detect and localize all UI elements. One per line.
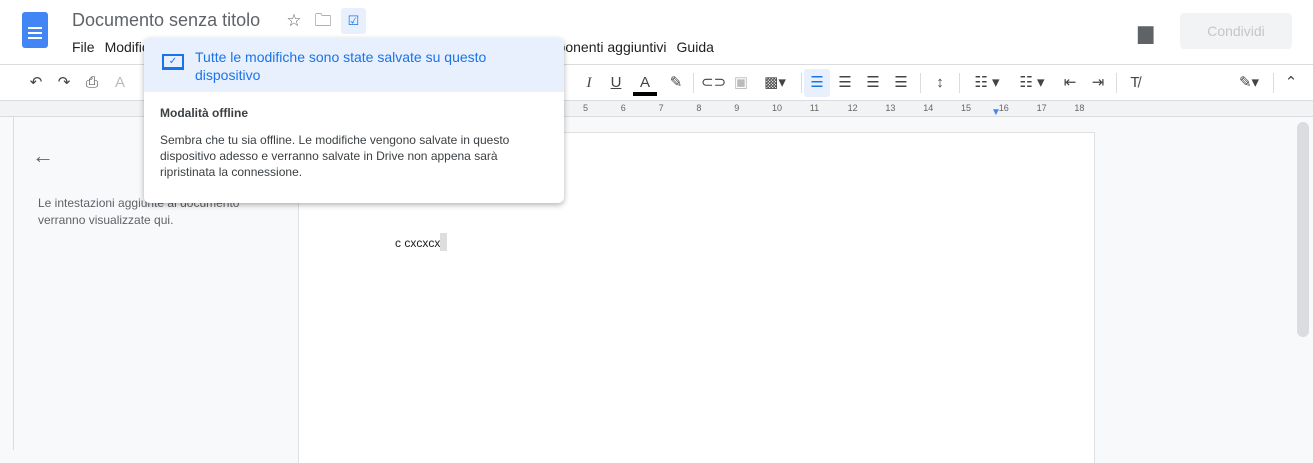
line-spacing-icon[interactable]: ↕ <box>928 72 952 94</box>
numbered-list-icon[interactable]: ☷ ▾ <box>967 72 1007 94</box>
align-center-icon[interactable]: ☰ <box>833 72 857 94</box>
ruler-tick-label: 6 <box>620 103 626 113</box>
ruler-tick-label: 11 <box>809 103 820 113</box>
underline-icon[interactable]: U <box>604 72 628 94</box>
link-icon[interactable]: ⊂⊃ <box>701 72 726 94</box>
document-title[interactable]: Documento senza titolo <box>72 10 260 31</box>
ruler-tick-label: 15 <box>961 103 972 113</box>
text-color-icon[interactable]: A <box>633 72 657 96</box>
collapse-icon[interactable]: ⌃ <box>1279 72 1303 94</box>
star-icon[interactable]: ☆ <box>283 10 305 32</box>
ruler-tick-label: 14 <box>923 103 934 113</box>
clear-formatting-icon[interactable]: T̸ <box>1123 72 1147 94</box>
popup-header: ✓ Tutte le modifiche sono state salvate … <box>144 38 564 92</box>
spellcheck-icon[interactable]: A <box>108 72 132 94</box>
scrollbar[interactable] <box>1297 122 1309 337</box>
share-button[interactable]: Condividi <box>1180 13 1292 49</box>
ruler-tick-label: 17 <box>1036 103 1047 113</box>
add-comment-icon[interactable]: ▣ <box>729 72 753 94</box>
right-indent-marker[interactable]: ▼ <box>991 107 1001 118</box>
menu-help[interactable]: Guida <box>677 39 714 55</box>
editing-mode-icon[interactable]: ✎▾ <box>1231 72 1267 94</box>
increase-indent-icon[interactable]: ⇥ <box>1086 72 1110 94</box>
save-status-text: Tutte le modifiche sono state salvate su… <box>195 49 487 83</box>
ruler-tick-label: 7 <box>658 103 664 113</box>
ruler-tick-label: 8 <box>696 103 702 113</box>
insert-image-icon[interactable]: ▩▾ <box>757 72 793 94</box>
docs-logo-icon[interactable] <box>22 12 48 48</box>
offline-status-popup: ✓ Tutte le modifiche sono state salvate … <box>144 38 564 203</box>
decrease-indent-icon[interactable]: ⇤ <box>1058 72 1082 94</box>
popup-body: Sembra che tu sia offline. Le modifiche … <box>160 133 510 179</box>
justify-icon[interactable]: ☰ <box>889 72 913 94</box>
ruler-tick-label: 18 <box>1074 103 1085 113</box>
align-left-icon[interactable]: ☰ <box>804 69 830 97</box>
menu-file[interactable]: File <box>72 39 95 55</box>
undo-icon[interactable]: ↶ <box>24 72 48 94</box>
offline-status-icon[interactable]: ☑ <box>341 8 366 34</box>
bulleted-list-icon[interactable]: ☷ ▾ <box>1012 72 1052 94</box>
print-icon[interactable]: ⎙ <box>80 72 104 94</box>
vertical-ruler <box>0 117 14 450</box>
align-right-icon[interactable]: ☰ <box>861 72 885 94</box>
ruler-tick-label: 5 <box>583 103 589 113</box>
move-folder-icon[interactable]: 🗀 <box>312 10 334 32</box>
ruler-tick-label: 12 <box>847 103 858 113</box>
text-cursor <box>440 233 448 251</box>
comments-icon[interactable]: ▆ <box>1138 20 1153 45</box>
device-saved-icon: ✓ <box>162 54 184 70</box>
ruler-tick-label: 9 <box>734 103 740 113</box>
ruler-tick-label: 10 <box>772 103 783 113</box>
highlight-icon[interactable]: ✎ <box>664 72 688 94</box>
ruler-tick-label: 13 <box>885 103 896 113</box>
italic-icon[interactable]: I <box>577 72 601 94</box>
redo-icon[interactable]: ↷ <box>52 72 76 94</box>
document-text[interactable]: c cxcxcx <box>395 236 440 250</box>
back-arrow-icon[interactable]: ← <box>32 143 54 169</box>
popup-title: Modalità offline <box>160 106 248 120</box>
